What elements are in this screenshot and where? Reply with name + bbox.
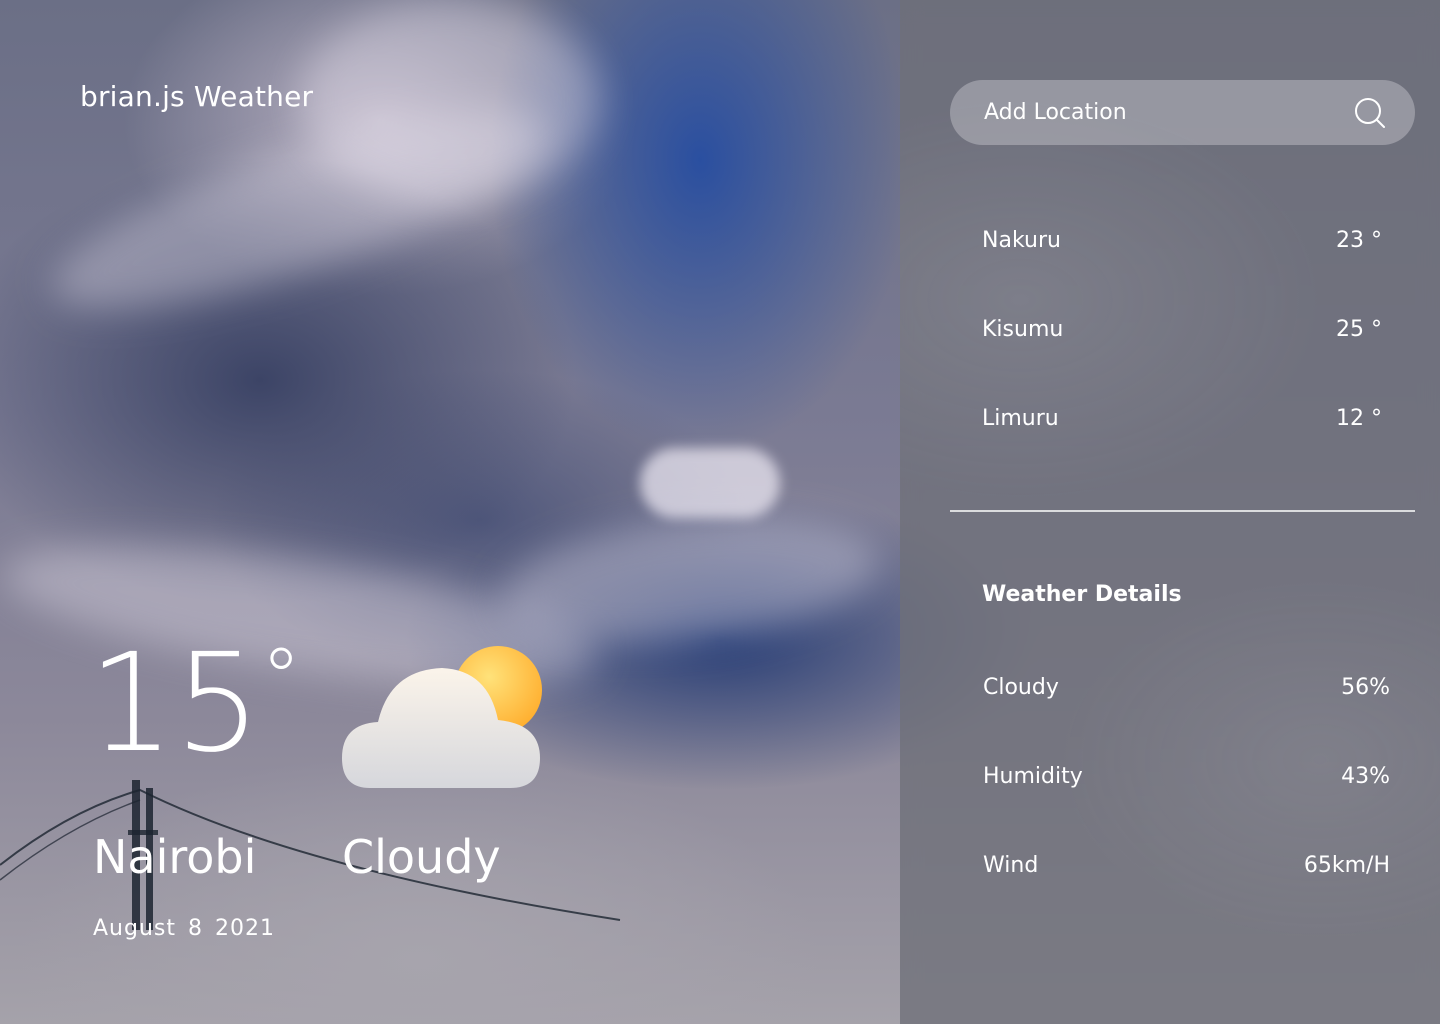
current-date: August 8 2021 [93,916,275,941]
current-condition: Cloudy [342,830,501,884]
sidebar-panel: Nakuru 23 ° Kisumu 25 ° Limuru 12 ° Weat… [900,0,1440,1024]
city-name: Nairobi [93,830,257,884]
divider [950,510,1415,512]
location-temp: 25 ° [1336,316,1382,342]
location-item[interactable]: Kisumu 25 ° [982,309,1382,349]
location-temp: 12 ° [1336,405,1382,431]
current-temperature: 15° [88,636,301,772]
brand-logo: brian.js Weather [80,80,314,113]
background-cloud [640,448,780,518]
location-name: Nakuru [982,227,1061,253]
detail-label: Cloudy [983,674,1059,700]
cloud-sun-icon [342,646,542,788]
location-item[interactable]: Nakuru 23 ° [982,220,1382,260]
location-name: Kisumu [982,316,1064,342]
location-temp: 23 ° [1336,227,1382,253]
cloud-streak [300,0,600,200]
location-name: Limuru [982,405,1059,431]
degree-symbol: ° [261,631,302,724]
temperature-value: 15 [88,625,262,783]
location-search-input[interactable] [982,99,1353,126]
detail-value: 43% [1341,763,1390,789]
detail-row-wind: Wind 65km/H [983,845,1390,885]
weather-details-title: Weather Details [982,582,1182,607]
saved-locations-list: Nakuru 23 ° Kisumu 25 ° Limuru 12 ° [982,220,1382,487]
weather-details-list: Cloudy 56% Humidity 43% Wind 65km/H [983,667,1390,934]
search-icon[interactable] [1353,96,1387,130]
location-item[interactable]: Limuru 12 ° [982,398,1382,438]
detail-value: 56% [1341,674,1390,700]
detail-row-cloudy: Cloudy 56% [983,667,1390,707]
search-bar[interactable] [950,80,1415,145]
detail-value: 65km/H [1303,852,1390,878]
detail-label: Wind [983,852,1039,878]
detail-label: Humidity [983,763,1083,789]
detail-row-humidity: Humidity 43% [983,756,1390,796]
weather-app: brian.js Weather 15° Nairobi August 8 20… [0,0,1440,1024]
